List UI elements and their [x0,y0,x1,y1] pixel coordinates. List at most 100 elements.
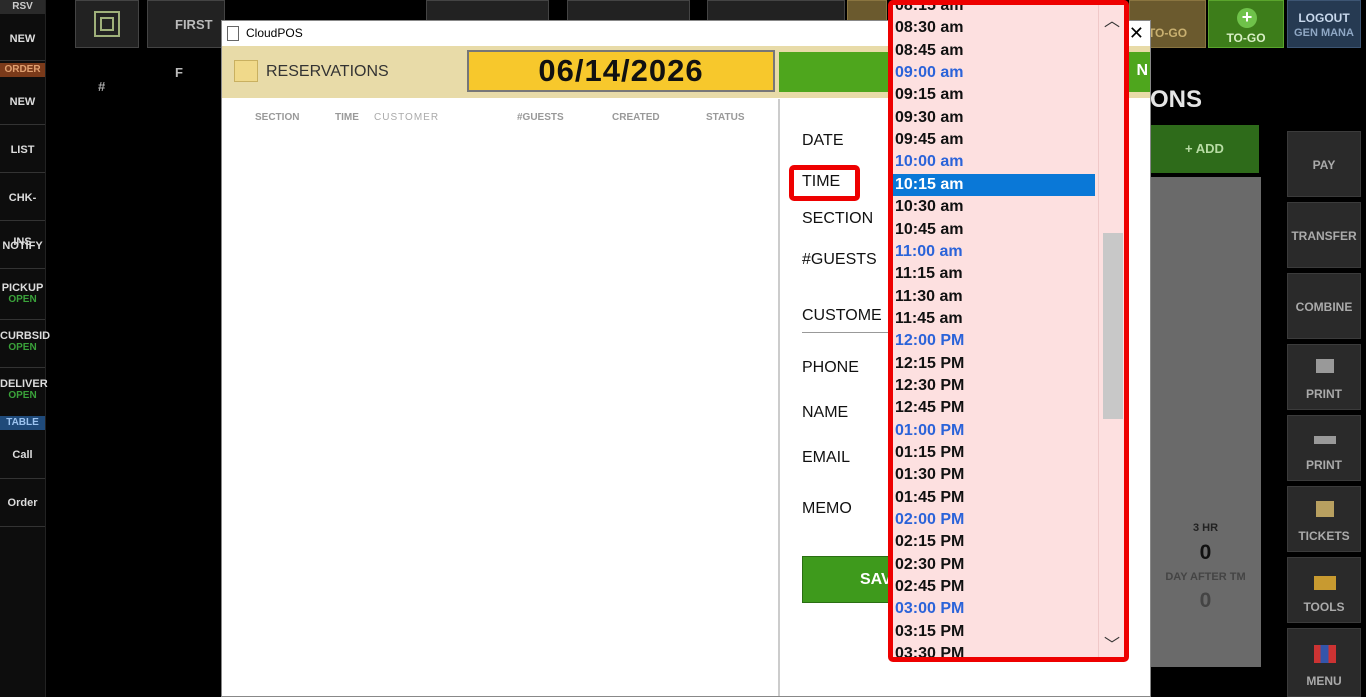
rsv-tag: RSV [0,0,45,14]
col-customer[interactable]: CUSTOMER [374,112,439,123]
stat-3hr-value: 0 [1199,541,1212,564]
time-option[interactable]: 10:00 am [893,151,1095,173]
nav-table-order[interactable]: Order [0,482,45,527]
logout-button[interactable]: LOGOUT GEN MANA [1287,0,1361,48]
menu-label: MENU [1306,674,1342,688]
time-option[interactable]: 01:45 PM [893,487,1095,509]
time-option[interactable]: 12:15 PM [893,353,1095,375]
time-option[interactable]: 12:30 PM [893,375,1095,397]
nav-order-curbside[interactable]: CURBSID OPEN [0,324,50,368]
print-button[interactable]: PRINT [1287,344,1361,410]
tickets-label: TICKETS [1298,529,1350,543]
background-panel: 3 HR 0 DAY AFTER TM 0 [1150,177,1261,667]
nav-table-call[interactable]: Call [0,434,45,479]
scroll-down-icon[interactable]: ﹀ [1104,631,1120,655]
time-option[interactable]: 10:30 am [893,196,1095,218]
nav-order-list[interactable]: LIST [0,128,45,173]
print-label: PRINT [1306,387,1342,401]
date-display[interactable]: 06/14/2026 [467,50,775,92]
close-icon[interactable]: ✕ [1129,21,1144,45]
menu-button[interactable]: MENU [1287,628,1361,697]
col-status[interactable]: STATUS [706,112,745,123]
print-kitchen-button[interactable]: PRINT [1287,415,1361,481]
scroll-up-icon[interactable]: ︿ [1104,7,1120,31]
time-option[interactable]: 08:45 am [893,40,1095,62]
guests-label: #GUESTS [802,251,877,268]
to-go-add-label: TO-GO [1226,31,1266,45]
time-option[interactable]: 03:30 PM [893,643,1095,657]
reservations-title: RESERVATIONS [266,63,389,80]
time-option[interactable]: 12:45 PM [893,397,1095,419]
pay-label: PAY [1312,158,1336,172]
time-option[interactable]: 09:15 am [893,84,1095,106]
col-time[interactable]: TIME [335,112,359,123]
plus-circle-icon: + [1237,8,1257,28]
nav-delivery-status: OPEN [8,390,37,401]
left-nav: RSV NEW ORDER NEW LIST CHK-INS NOTIFY PI… [0,0,50,697]
tools-button[interactable]: TOOLS [1287,557,1361,623]
chart-bars-icon [1314,645,1336,663]
nav-curbside-label: CURBSID [0,330,51,342]
col-section[interactable]: SECTION [255,112,299,123]
home-button[interactable] [75,0,139,48]
col-created[interactable]: CREATED [612,112,660,123]
combine-label: COMBINE [1295,300,1353,314]
memo-label: MEMO [802,500,852,517]
stat-day-after-label: DAY AFTER TM [1165,571,1246,583]
nav-rsv-new[interactable]: NEW [0,22,45,61]
time-option[interactable]: 10:15 am [893,173,1095,196]
time-option[interactable]: 01:30 PM [893,464,1095,486]
green-action-label: N [1136,62,1148,79]
background-add-button[interactable]: + ADD [1150,125,1259,173]
time-option[interactable]: 09:00 am [893,62,1095,84]
nav-order-pickup[interactable]: PICKUP OPEN [0,276,45,320]
ticket-icon [1316,501,1334,517]
logout-label: LOGOUT [1298,11,1350,25]
time-option[interactable]: 11:15 am [893,263,1095,285]
time-option[interactable]: 11:00 am [893,241,1095,263]
nav-order-delivery[interactable]: DELIVER OPEN [0,373,48,417]
stat-day-after-value: 0 [1199,589,1212,612]
order-tag: ORDER [0,63,45,77]
time-option[interactable]: 02:30 PM [893,554,1095,576]
nav-order-new[interactable]: NEW [0,80,45,125]
time-option[interactable]: 10:45 am [893,219,1095,241]
section-label: SECTION [802,210,874,227]
col-guests[interactable]: #GUESTS [517,112,564,123]
time-dropdown-list[interactable]: 08:15 am 08:30 am 08:45 am 09:00 am 09:15 am… [888,0,1129,662]
notepad-icon [234,60,258,82]
time-option[interactable]: 09:30 am [893,107,1095,129]
time-option[interactable]: 11:30 am [893,286,1095,308]
background-hash-label: # [98,79,106,94]
transfer-label: TRANSFER [1291,229,1357,243]
dropdown-scrollbar[interactable]: ︿ ﹀ [1098,5,1124,657]
save-button[interactable]: SAV [802,556,892,603]
customer-divider [802,332,890,333]
first-floor-button[interactable]: FIRST F [147,0,225,80]
combine-button[interactable]: COMBINE [1287,273,1361,339]
time-option[interactable]: 02:15 PM [893,531,1095,553]
time-option[interactable]: 03:15 PM [893,621,1095,643]
time-option[interactable]: 02:45 PM [893,576,1095,598]
tickets-button[interactable]: TICKETS [1287,486,1361,552]
scroll-thumb[interactable] [1103,233,1123,419]
nav-order-notify[interactable]: NOTIFY [0,224,45,269]
time-option[interactable]: 09:45 am [893,129,1095,151]
nav-order-chk-ins[interactable]: CHK-INS [0,176,45,248]
time-option[interactable]: 01:00 PM [893,420,1095,442]
phone-label: PHONE [802,359,859,376]
time-option[interactable]: 12:00 PM [893,330,1095,352]
time-option[interactable]: 01:15 PM [893,442,1095,464]
pay-button[interactable]: PAY [1287,131,1361,197]
to-go-add-button[interactable]: + TO-GO [1208,0,1284,48]
time-label: TIME [802,173,841,190]
time-option[interactable]: 08:15 am [893,5,1095,17]
time-option[interactable]: 11:45 am [893,308,1095,330]
transfer-button[interactable]: TRANSFER [1287,202,1361,268]
email-label: EMAIL [802,449,851,466]
time-option[interactable]: 08:30 am [893,17,1095,39]
time-option[interactable]: 02:00 PM [893,509,1095,531]
time-option[interactable]: 03:00 PM [893,598,1095,620]
stat-3hr-label: 3 HR [1192,522,1219,534]
dialog-title: CloudPOS [246,26,303,40]
